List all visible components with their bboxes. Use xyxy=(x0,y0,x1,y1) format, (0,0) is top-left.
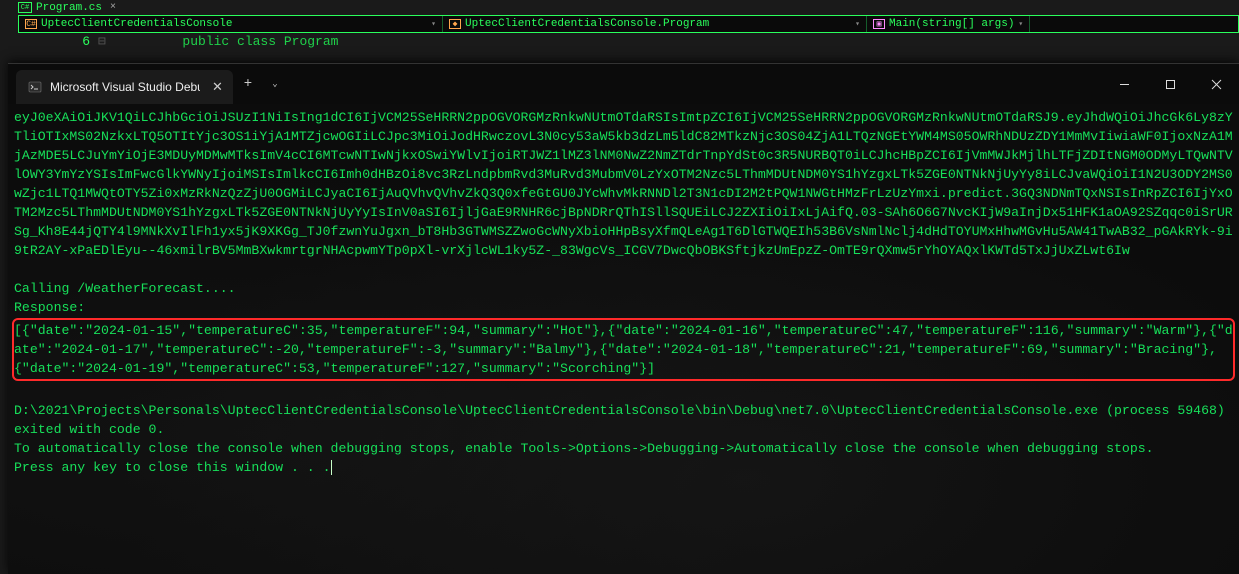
code-editor[interactable]: 6 ⊟ public class Program xyxy=(30,34,338,49)
breadcrumb-class[interactable]: ◆ UptecClientCredentialsConsole.Program … xyxy=(443,16,867,32)
tab-dropdown-button[interactable]: ⌄ xyxy=(263,79,287,89)
chevron-down-icon[interactable]: ▾ xyxy=(855,19,860,29)
new-tab-button[interactable]: + xyxy=(233,76,263,92)
close-icon[interactable]: × xyxy=(110,2,116,13)
close-window-button[interactable] xyxy=(1193,64,1239,104)
terminal-tab[interactable]: Microsoft Visual Studio Debu ✕ xyxy=(16,70,233,104)
csharp-file-icon: C# xyxy=(18,2,32,13)
exit-line: D:\2021\Projects\Personals\UptecClientCr… xyxy=(14,401,1233,439)
response-highlight: [{"date":"2024-01-15","temperatureC":35,… xyxy=(12,318,1235,381)
csharp-project-icon: C# xyxy=(25,19,37,29)
terminal-tabbar: Microsoft Visual Studio Debu ✕ + ⌄ xyxy=(8,64,1239,104)
blank-line xyxy=(14,260,1233,279)
press-any-key: Press any key to close this window . . . xyxy=(14,458,1233,477)
editor-tab-label: Program.cs xyxy=(36,2,102,14)
calling-line: Calling /WeatherForecast.... xyxy=(14,279,1233,298)
maximize-button[interactable] xyxy=(1147,64,1193,104)
close-icon[interactable]: ✕ xyxy=(212,79,223,95)
fold-glyph[interactable]: ⊟ xyxy=(98,34,112,49)
breadcrumb-method[interactable]: ▣ Main(string[] args) ▾ xyxy=(867,16,1030,32)
text-cursor xyxy=(331,460,332,475)
breadcrumb-method-label: Main(string[] args) xyxy=(889,18,1014,30)
terminal-body[interactable]: eyJ0eXAiOiJKV1QiLCJhbGciOiJSUzI1NiIsIng1… xyxy=(8,104,1239,574)
method-icon: ▣ xyxy=(873,19,885,29)
breadcrumb-class-label: UptecClientCredentialsConsole.Program xyxy=(465,18,709,30)
response-json: [{"date":"2024-01-15","temperatureC":35,… xyxy=(14,321,1233,378)
jwt-output: eyJ0eXAiOiJKV1QiLCJhbGciOiJSUzI1NiIsIng1… xyxy=(14,108,1233,260)
chevron-down-icon[interactable]: ▾ xyxy=(1018,19,1023,29)
breadcrumb: C# UptecClientCredentialsConsole ▾ ◆ Upt… xyxy=(18,15,1239,33)
window-controls xyxy=(1101,64,1239,104)
terminal-app-icon xyxy=(28,80,42,94)
breadcrumb-project-label: UptecClientCredentialsConsole xyxy=(41,18,232,30)
blank-line xyxy=(14,382,1233,401)
minimize-button[interactable] xyxy=(1101,64,1147,104)
autoclose-hint: To automatically close the console when … xyxy=(14,439,1233,458)
breadcrumb-project[interactable]: C# UptecClientCredentialsConsole ▾ xyxy=(19,16,443,32)
editor-tab[interactable]: C# Program.cs × xyxy=(18,0,116,15)
chevron-down-icon[interactable]: ▾ xyxy=(431,19,436,29)
response-label: Response: xyxy=(14,298,1233,317)
terminal-window: Microsoft Visual Studio Debu ✕ + ⌄ eyJ0e… xyxy=(8,63,1239,574)
code-line: public class Program xyxy=(120,34,338,49)
class-icon: ◆ xyxy=(449,19,461,29)
terminal-tab-title: Microsoft Visual Studio Debu xyxy=(50,80,200,94)
line-number: 6 xyxy=(30,34,90,49)
